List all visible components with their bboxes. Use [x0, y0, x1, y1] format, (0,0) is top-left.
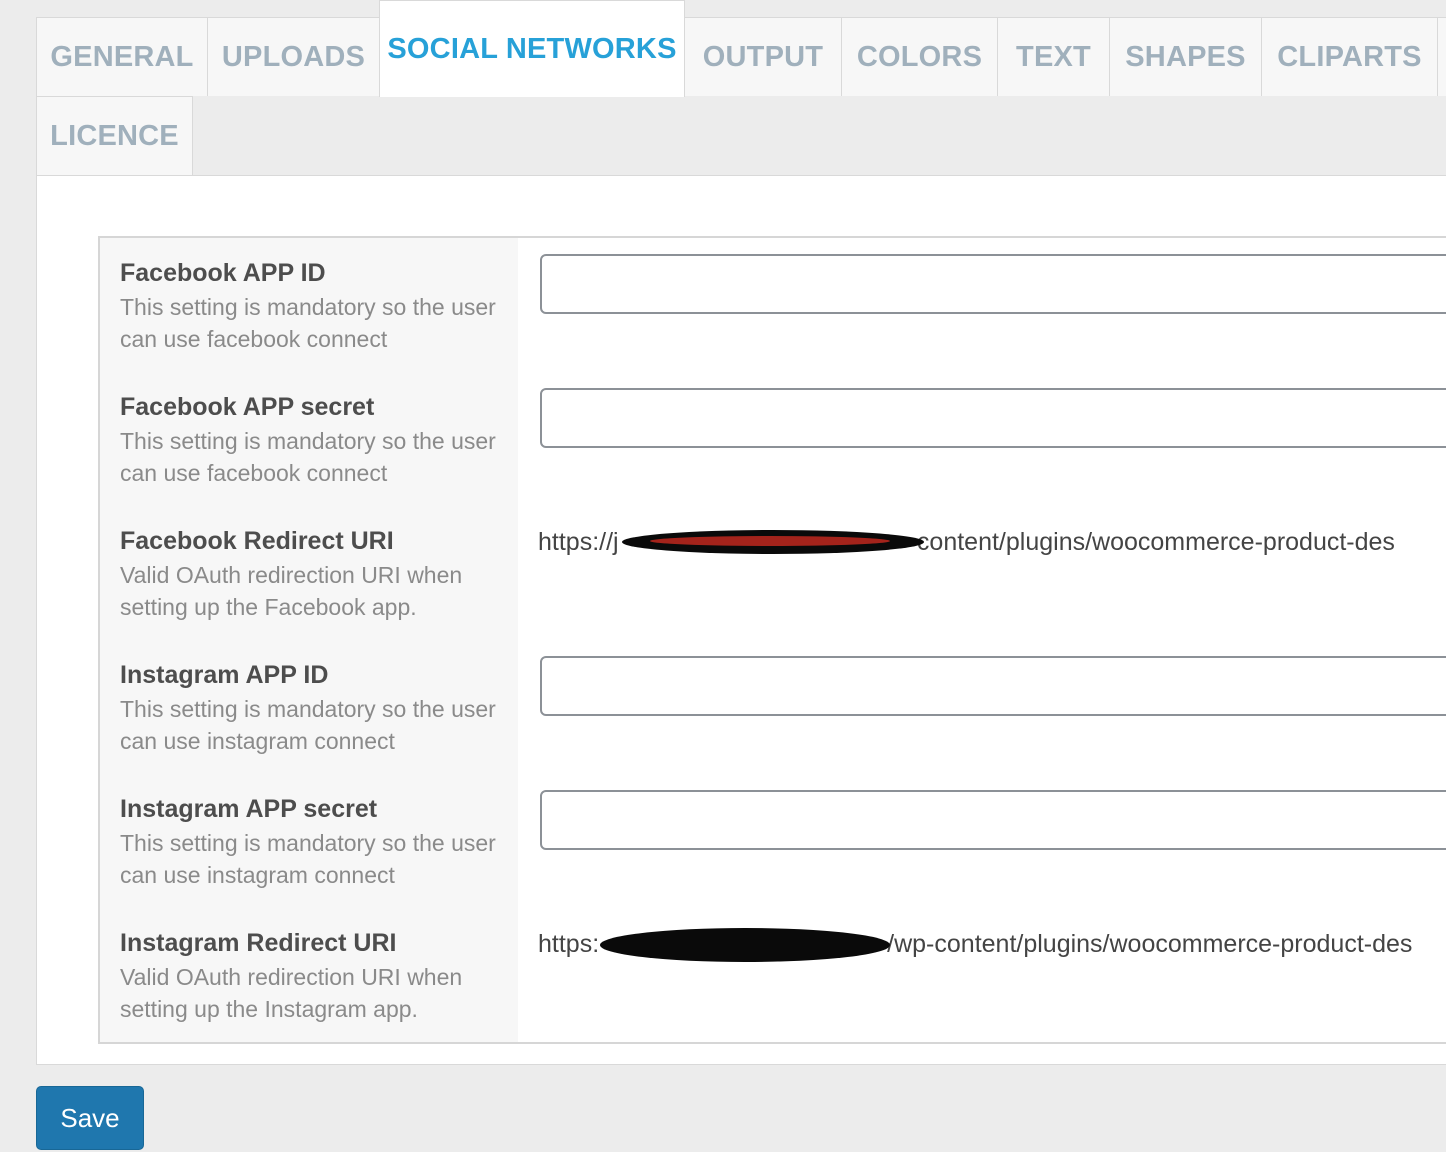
instagram-redirect-uri-label-block: Instagram Redirect URI Valid OAuth redir… [120, 928, 500, 1025]
facebook-app-secret-description: This setting is mandatory so the user ca… [120, 428, 496, 486]
instagram-app-secret-description: This setting is mandatory so the user ca… [120, 830, 496, 888]
social-networks-form: Facebook APP ID This setting is mandator… [98, 236, 1446, 1044]
facebook-redirect-uri-prefix: https://j [538, 528, 619, 556]
facebook-app-id-input[interactable] [540, 254, 1446, 314]
tab-output[interactable]: OUTPUT [684, 17, 842, 96]
facebook-redirect-uri-suffix: -content/plugins/woocommerce-product-des [908, 528, 1395, 556]
facebook-redirect-uri-title: Facebook Redirect URI [120, 527, 394, 555]
facebook-app-secret-title: Facebook APP secret [120, 393, 375, 421]
facebook-app-id-description: This setting is mandatory so the user ca… [120, 294, 496, 352]
instagram-redirect-uri-description: Valid OAuth redirection URI when setting… [120, 964, 463, 1022]
instagram-redirect-uri-suffix: /wp-content/plugins/woocommerce-product-… [887, 930, 1413, 958]
instagram-redirect-uri-title: Instagram Redirect URI [120, 929, 397, 957]
instagram-app-id-description: This setting is mandatory so the user ca… [120, 696, 496, 754]
tab-social-networks[interactable]: SOCIAL NETWORKS [379, 0, 685, 97]
labels-column [100, 238, 518, 1042]
tab-general[interactable]: GENERAL [36, 17, 208, 96]
redaction-scribble [650, 536, 890, 546]
save-button[interactable]: Save [36, 1086, 144, 1150]
tab-colors[interactable]: COLORS [841, 17, 998, 96]
instagram-app-id-title: Instagram APP ID [120, 661, 329, 689]
facebook-redirect-uri-label-block: Facebook Redirect URI Valid OAuth redire… [120, 526, 500, 623]
tab-overflow-edge [1437, 17, 1446, 96]
redaction-scribble [600, 928, 890, 962]
instagram-app-id-label-block: Instagram APP ID This setting is mandato… [120, 660, 500, 757]
facebook-app-id-title: Facebook APP ID [120, 259, 326, 287]
facebook-app-secret-label-block: Facebook APP secret This setting is mand… [120, 392, 500, 489]
instagram-app-secret-title: Instagram APP secret [120, 795, 378, 823]
tab-shapes[interactable]: SHAPES [1109, 17, 1262, 96]
tab-uploads[interactable]: UPLOADS [207, 17, 380, 96]
instagram-app-secret-input[interactable] [540, 790, 1446, 850]
tab-text[interactable]: TEXT [997, 17, 1110, 96]
instagram-redirect-uri-prefix: https: [538, 930, 600, 958]
settings-tabs: GENERAL UPLOADS SOCIAL NETWORKS OUTPUT C… [36, 0, 1446, 176]
instagram-app-id-input[interactable] [540, 656, 1446, 716]
tab-licence[interactable]: LICENCE [36, 96, 193, 176]
instagram-app-secret-label-block: Instagram APP secret This setting is man… [120, 794, 500, 891]
tab-cliparts[interactable]: CLIPARTS [1261, 17, 1438, 96]
facebook-app-secret-input[interactable] [540, 388, 1446, 448]
facebook-app-id-label-block: Facebook APP ID This setting is mandator… [120, 258, 500, 355]
facebook-redirect-uri-description: Valid OAuth redirection URI when setting… [120, 562, 463, 620]
